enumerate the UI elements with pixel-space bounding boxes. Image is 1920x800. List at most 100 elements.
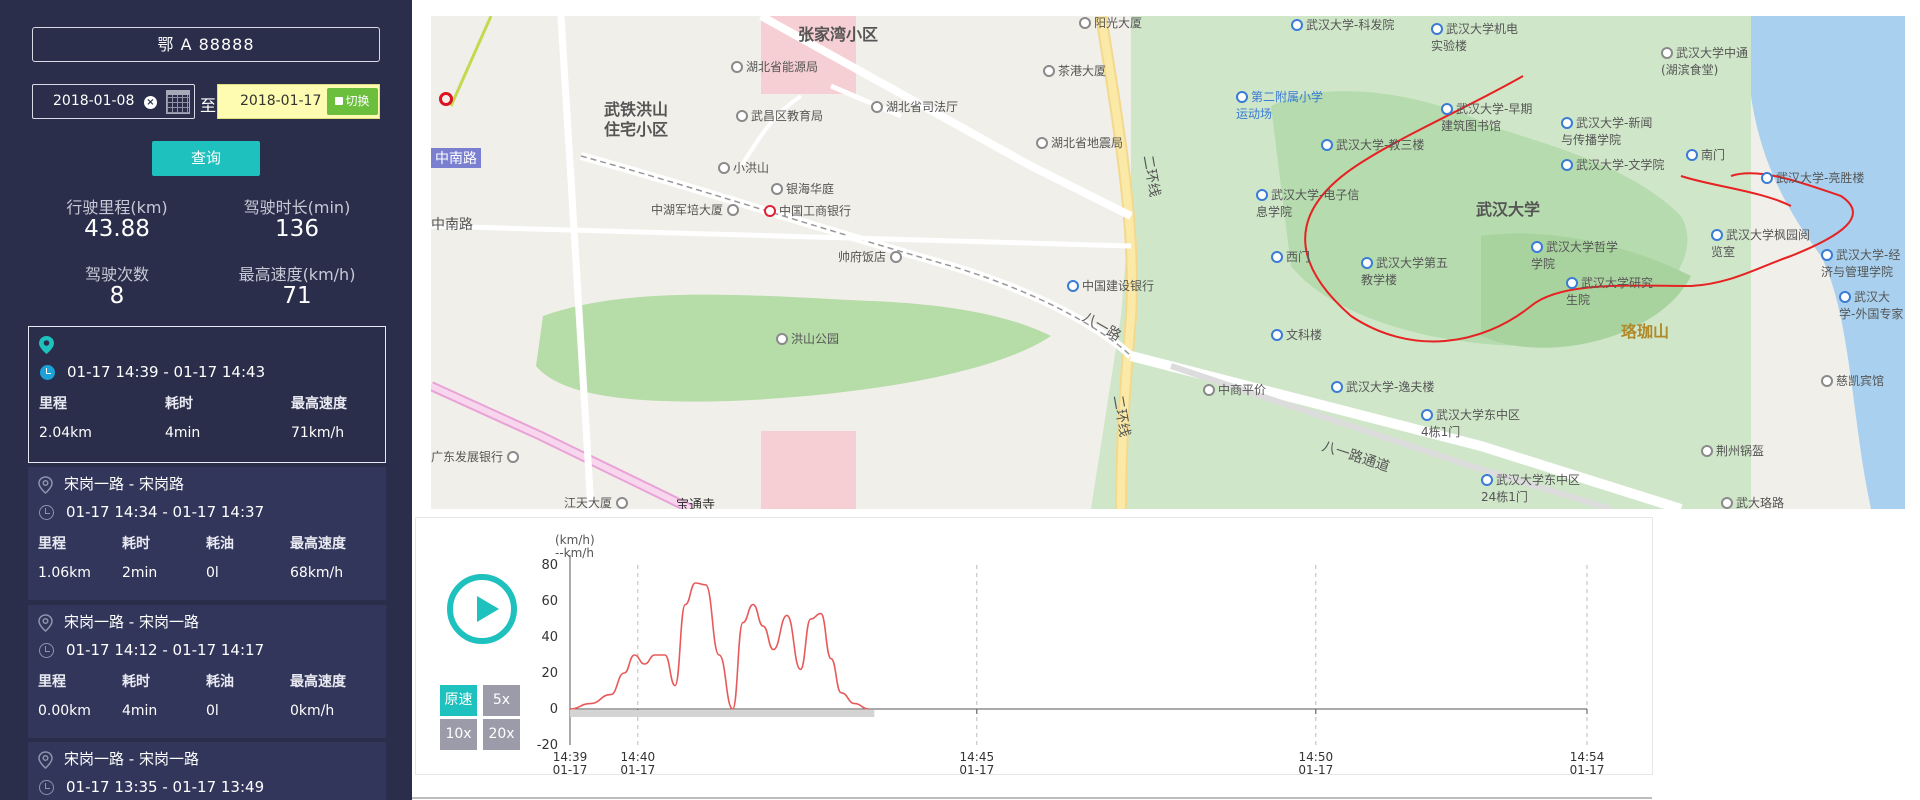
poi-icon (871, 101, 883, 113)
trip-header: 里程 (38, 674, 66, 690)
trip-header: 最高速度 (291, 396, 347, 412)
trip-value: 2.04km (39, 425, 92, 441)
bank-icon (1067, 280, 1079, 292)
poi-icon (1721, 497, 1733, 509)
poi-icon (1701, 445, 1713, 457)
trip-item[interactable]: 01-17 14:39 - 01-17 14:43 里程 耗时 最高速度 2.0… (28, 326, 386, 463)
metro-icon (439, 92, 453, 106)
speed-series-line (569, 582, 869, 710)
poi-icon (1079, 17, 1091, 29)
map-label: 文科楼 (1271, 326, 1322, 343)
mileage-value: 43.88 (84, 216, 150, 242)
speed-10x-button[interactable]: 10x (440, 719, 477, 750)
map-label: 武汉大学-早期建筑图书馆 (1441, 102, 1533, 133)
trip-item[interactable]: 宋岗一路 - 宋岗一路 01-17 14:12 - 01-17 14:17 里程… (28, 605, 386, 738)
play-button[interactable] (447, 574, 517, 644)
query-button[interactable]: 查询 (152, 141, 260, 176)
trip-header: 耗时 (165, 396, 193, 412)
map-label: 荆州锅盔 (1701, 442, 1764, 459)
trip-value: 2min (122, 565, 158, 581)
clock-icon (40, 365, 55, 380)
speed-original-button[interactable]: 原速 (440, 685, 477, 716)
map-label: 武汉大学-逸夫楼 (1331, 378, 1434, 395)
map-label: 西门 (1271, 248, 1310, 265)
max-speed-label: 最高速度(km/h) (238, 265, 356, 284)
trip-value: 1.06km (38, 565, 91, 581)
mileage-label: 行驶里程(km) (66, 198, 168, 217)
map-label: 武大珞路 (1721, 494, 1784, 509)
map-label: 武汉大学东中区4栋1门 (1421, 408, 1521, 439)
x-tick-label: 14:50 (1299, 750, 1334, 764)
trip-value: 71km/h (291, 425, 345, 441)
gate-icon (1481, 474, 1493, 486)
trip-header: 耗油 (206, 674, 234, 690)
map-label: 阳光大厦 (1079, 16, 1142, 31)
poi-icon (615, 497, 628, 509)
poi-icon (1441, 103, 1453, 115)
trip-header: 里程 (38, 536, 66, 552)
trip-value: 4min (122, 703, 158, 719)
gate-icon (1271, 251, 1283, 263)
trip-value: 0km/h (290, 703, 335, 719)
bank-icon (764, 205, 776, 217)
map-label: 武汉大学-新闻与传播学院 (1561, 116, 1653, 147)
calendar-icon[interactable] (166, 90, 190, 114)
trip-item[interactable]: 宋岗一路 - 宋岗路 01-17 14:34 - 01-17 14:37 里程 … (28, 467, 386, 600)
map-label: 湖北省司法厅 (871, 98, 958, 115)
map-label: 银海华庭 (771, 180, 834, 197)
poi-icon (1821, 375, 1833, 387)
poi-icon (736, 110, 748, 122)
trip-route: 宋岗一路 - 宋岗一路 (64, 750, 199, 768)
map-label: 武汉大学 (1476, 200, 1541, 219)
duration-label: 驾驶时长(min) (243, 198, 351, 217)
map-label: 武汉大学-文学院 (1561, 156, 1664, 173)
map-label: 小洪山 (718, 159, 769, 176)
map-view[interactable]: 张家湾小区 阳光大厦 湖北省能源局 武铁洪山 住宅小区 武昌区教育局 湖北省司法… (431, 16, 1905, 509)
trip-value: 0.00km (38, 703, 91, 719)
map-base (431, 16, 1905, 509)
map-label: 中湖军培大厦 (651, 201, 742, 218)
poi-icon (1821, 249, 1833, 261)
poi-icon (718, 162, 730, 174)
map-label: 武汉大学机电实验楼 (1431, 22, 1519, 53)
clear-icon[interactable]: × (144, 96, 157, 109)
map-label: 中南路 (431, 148, 481, 168)
poi-icon (1531, 241, 1543, 253)
gate-icon (1421, 409, 1433, 421)
poi-icon (771, 183, 783, 195)
poi-icon (1331, 381, 1343, 393)
map-label: 中商平价 (1203, 381, 1266, 398)
y-tick-label: 60 (541, 594, 558, 609)
y-tick-label: 20 (541, 666, 558, 681)
map-label: 帅府饭店 (838, 248, 905, 265)
trip-count-label: 驾驶次数 (84, 265, 149, 284)
trip-value: 0l (206, 703, 219, 719)
poi-icon (1203, 384, 1215, 396)
poi-icon (1361, 257, 1373, 269)
map-label: 武汉大学-电子信息学院 (1256, 188, 1360, 219)
x-tick-label: 14:45 (960, 750, 995, 764)
map-label: 武汉大学研究生院 (1566, 276, 1654, 307)
trip-item[interactable]: 宋岗一路 - 宋岗一路 01-17 13:35 - 01-17 13:49 (28, 742, 386, 800)
speed-5x-button[interactable]: 5x (483, 685, 520, 716)
map-label: 武汉大学-教三楼 (1321, 136, 1424, 153)
map-label: 武汉大学-科发院 (1291, 16, 1394, 33)
speed-20x-button[interactable]: 20x (483, 719, 520, 750)
trip-route: 宋岗一路 - 宋岗一路 (64, 613, 199, 631)
map-label: 慈凯宾馆 (1821, 372, 1884, 389)
map-label: 武汉大学-外国专家 (1839, 290, 1904, 321)
y-tick-label: 80 (541, 558, 558, 573)
map-label: 茶港大厦 (1043, 62, 1106, 79)
map-label: 第二附属小学运动场 (1236, 90, 1324, 121)
plate-number-field[interactable]: 鄂 A 88888 (32, 27, 380, 62)
switch-button[interactable]: 切换 (327, 88, 378, 115)
trip-count-value: 8 (109, 283, 125, 309)
divider (412, 797, 1652, 799)
x-tick-label: 14:54 (1570, 750, 1605, 764)
poi-icon (731, 61, 743, 73)
y-axis-label: (km/h) (555, 533, 595, 547)
speed-chart: (km/h)--km/h806040200-2014:3901-1714:400… (537, 533, 1605, 777)
poi-icon (1271, 329, 1283, 341)
map-label: 湖北省地震局 (1036, 134, 1123, 151)
trip-header: 耗油 (206, 536, 234, 552)
